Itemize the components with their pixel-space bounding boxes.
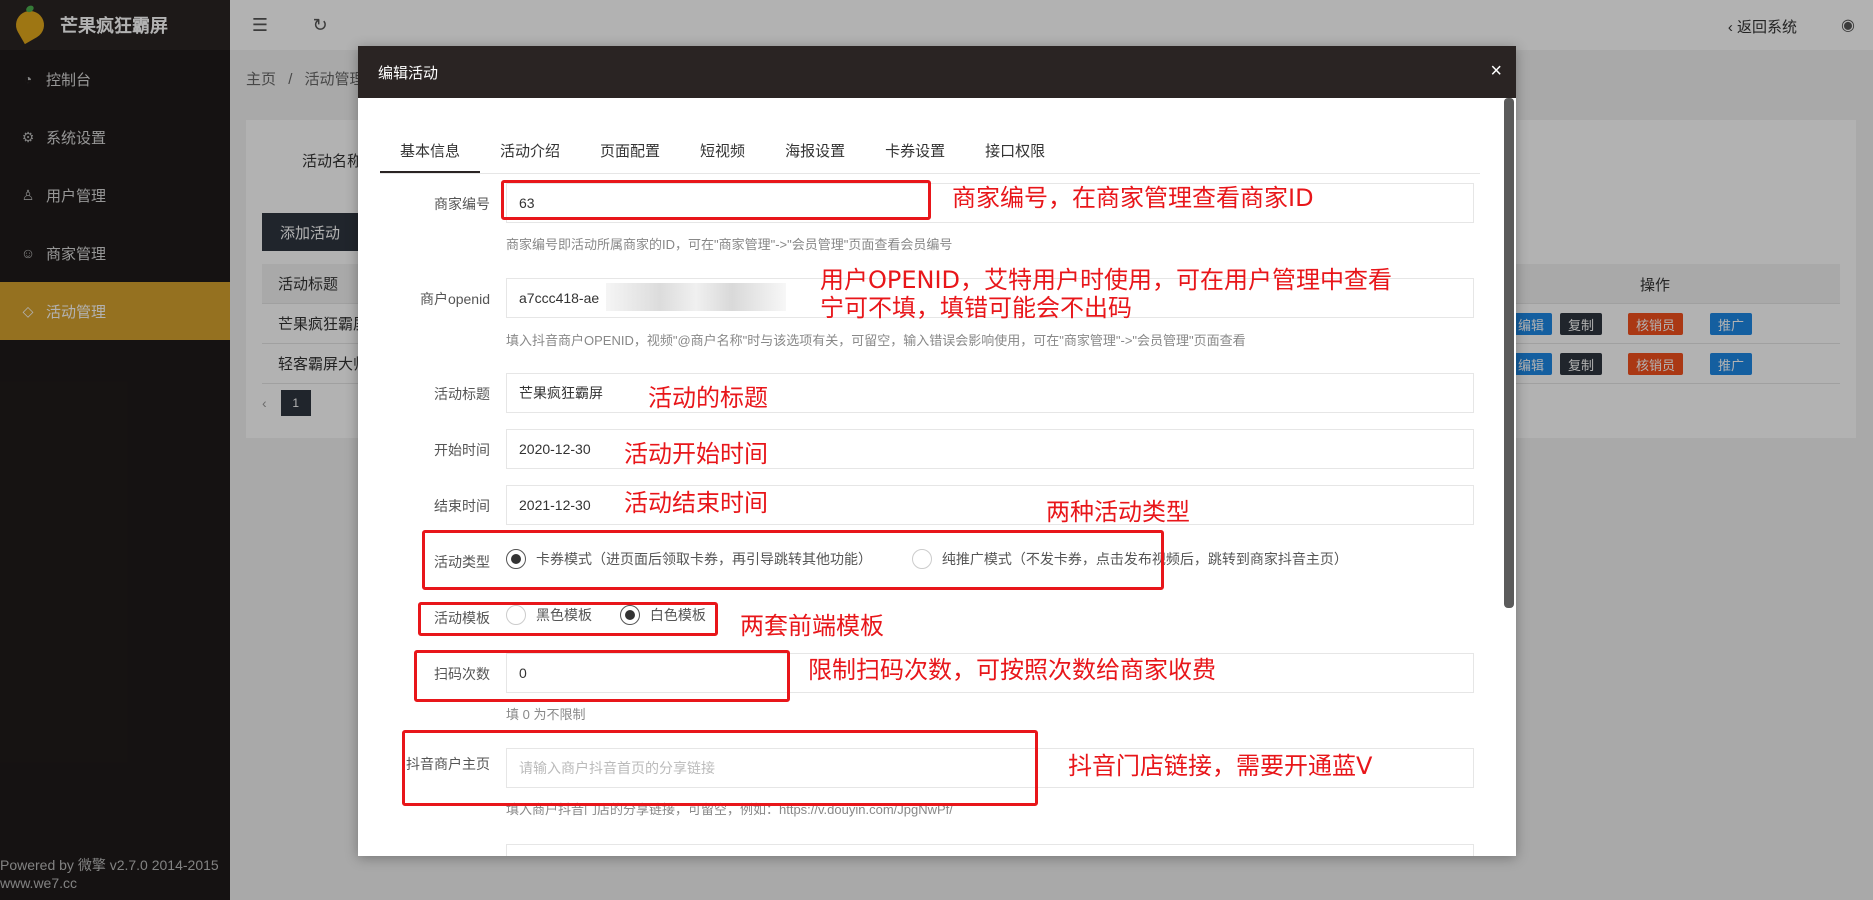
annotation-scan: 限制扫码次数，可按照次数给商家收费 [808,656,1216,684]
scan-count-hint: 填 0 为不限制 [506,707,586,722]
openid-label: 商户openid [419,291,490,307]
end-time-label: 结束时间 [434,498,490,514]
annotation-types: 两种活动类型 [1046,498,1190,526]
annotation-box-type [422,530,1164,590]
tab-page-config[interactable]: 页面配置 [580,134,680,173]
scrollbar[interactable] [1504,98,1514,608]
annotation-box-merchant [501,180,931,220]
annotation-box-douyin [402,730,1038,806]
merchant-id-hint: 商家编号即活动所属商家的ID，可在"商家管理"->"会员管理"页面查看会员编号 [506,237,953,252]
annotation-end: 活动结束时间 [624,489,768,517]
annotation-box-template [418,602,718,636]
close-icon[interactable]: × [1490,60,1502,83]
next-field-input[interactable] [506,844,1474,856]
annotation-title: 活动的标题 [648,384,768,412]
title-label: 活动标题 [434,386,490,402]
openid-hint: 填入抖音商户OPENID，视频"@商户名称"时与该选项有关，可留空，输入错误会影… [506,333,1246,348]
modal-header: 编辑活动 × [358,46,1516,98]
tab-api[interactable]: 接口权限 [965,134,1065,173]
annotation-openid-2: 宁可不填，填错可能会不出码 [820,294,1132,322]
annotation-openid-1: 用户OPENID，艾特用户时使用，可在用户管理中查看 [820,266,1393,294]
annotation-merchant: 商家编号，在商家管理查看商家ID [952,184,1314,212]
tab-short-video[interactable]: 短视频 [680,134,765,173]
modal-tabs: 基本信息 活动介绍 页面配置 短视频 海报设置 卡券设置 接口权限 [380,134,1480,174]
tab-basic-info[interactable]: 基本信息 [380,134,481,173]
modal-title: 编辑活动 [378,64,439,82]
annotation-start: 活动开始时间 [624,440,768,468]
tab-intro[interactable]: 活动介绍 [480,134,580,173]
start-time-label: 开始时间 [434,442,490,458]
tab-coupon[interactable]: 卡券设置 [865,134,965,173]
merchant-id-label: 商家编号 [434,196,490,212]
edit-activity-modal: 编辑活动 × 基本信息 活动介绍 页面配置 短视频 海报设置 卡券设置 接口权限… [358,46,1516,856]
blurred-openid [606,283,786,311]
annotation-box-scan [414,650,790,702]
tab-poster[interactable]: 海报设置 [765,134,865,173]
annotation-templates: 两套前端模板 [740,612,884,640]
annotation-douyin: 抖音门店链接，需要开通蓝V [1068,752,1373,780]
